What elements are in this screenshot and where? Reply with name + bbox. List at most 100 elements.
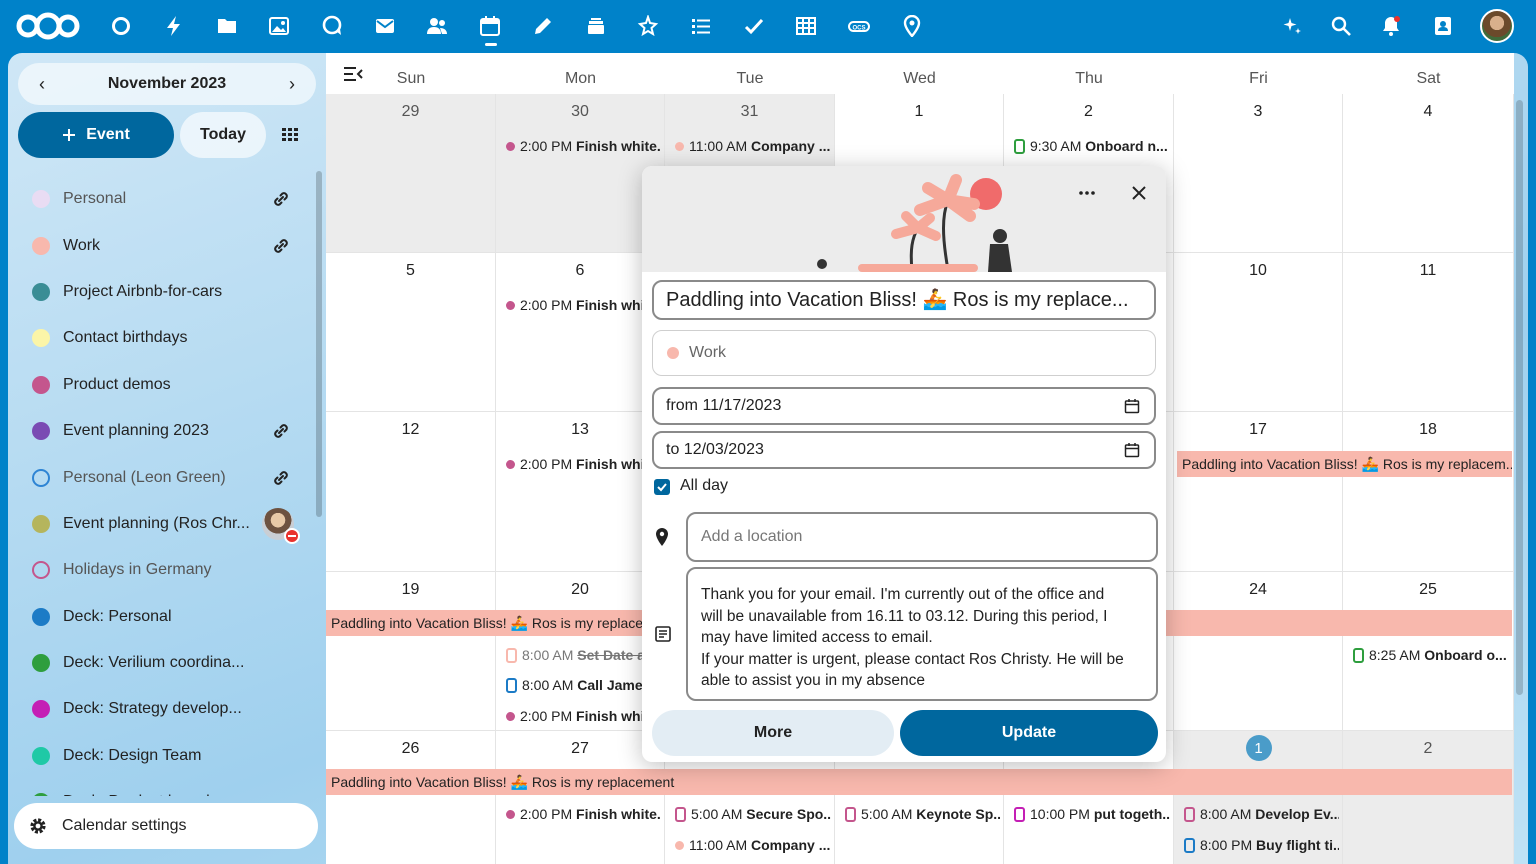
calendar-event[interactable]: 2:00 PM Finish white... (506, 804, 661, 824)
calendar-scrollbar[interactable] (1516, 100, 1523, 695)
talk-app-icon[interactable] (315, 9, 349, 43)
calendar-color-dot[interactable] (32, 422, 50, 441)
update-button[interactable]: Update (900, 710, 1158, 756)
today-date-badge[interactable]: 1 (1245, 735, 1272, 761)
calendar-item[interactable]: Event planning 2023 (18, 408, 308, 454)
calendar-item[interactable]: Deck: Personal (18, 594, 308, 640)
view-grid-icon[interactable] (278, 123, 302, 147)
day-number[interactable]: 19 (326, 581, 495, 599)
day-number[interactable]: 27 (496, 740, 664, 758)
calendar-item[interactable]: Product demos (18, 362, 308, 408)
calendar-color-dot[interactable] (32, 561, 50, 580)
day-number[interactable]: 2 (1343, 740, 1513, 758)
notes-app-icon[interactable] (526, 9, 560, 43)
day-cell[interactable]: 26 (326, 731, 496, 864)
tasks-app-icon[interactable] (684, 9, 718, 43)
calendar-event[interactable]: 8:00 PM Buy flight ti... (1184, 835, 1339, 855)
share-link-icon[interactable] (270, 188, 292, 210)
day-cell[interactable]: 24 (1174, 572, 1343, 731)
day-cell[interactable]: 17 (1174, 412, 1343, 572)
to-date-input[interactable]: to 12/03/2023 (652, 431, 1156, 469)
calendar-event[interactable]: 11:00 AM Company ... (675, 835, 831, 855)
calendar-color-dot[interactable] (32, 190, 50, 209)
calendar-item[interactable]: Deck: Strategy develop... (18, 686, 308, 732)
day-number[interactable]: 10 (1174, 262, 1342, 280)
day-number[interactable]: 3 (1174, 103, 1342, 121)
calendar-item[interactable]: Project Airbnb-for-cars (18, 269, 308, 315)
day-cell[interactable]: 19 (326, 572, 496, 731)
search-icon[interactable] (1324, 9, 1358, 43)
calendar-settings-button[interactable]: Calendar settings (14, 803, 318, 849)
new-event-button[interactable]: Event (18, 112, 174, 158)
calendar-event[interactable]: 8:00 AM Set Date a (506, 645, 661, 665)
day-cell[interactable]: 3 (1174, 94, 1343, 253)
tables-app-icon[interactable] (789, 9, 823, 43)
day-number[interactable]: 5 (326, 262, 495, 280)
nextcloud-logo[interactable] (14, 10, 82, 42)
contacts-menu-icon[interactable] (1426, 9, 1460, 43)
calendar-color-dot[interactable] (32, 607, 50, 626)
day-number[interactable]: 11 (1343, 262, 1513, 280)
task-checkbox[interactable] (1353, 648, 1364, 663)
calendar-color-dot[interactable] (32, 746, 50, 765)
task-checkbox[interactable] (506, 648, 517, 663)
calendar-icon[interactable] (1124, 398, 1140, 414)
day-number[interactable]: 30 (496, 103, 664, 121)
day-cell[interactable]: 12 (326, 412, 496, 572)
day-cell[interactable]: 2 (1343, 731, 1514, 864)
calendar-item[interactable]: Deck: Design Team (18, 733, 308, 779)
day-cell[interactable]: 4 (1343, 94, 1514, 253)
day-number[interactable]: 26 (326, 740, 495, 758)
more-actions-icon[interactable] (1076, 182, 1098, 204)
calendar-item[interactable]: Deck: Verilium coordina... (18, 640, 308, 686)
calendar-event[interactable]: 2:00 PM Finish whit (506, 706, 661, 726)
all-day-label[interactable]: All day (680, 477, 728, 495)
calendar-item[interactable]: Contact birthdays (18, 315, 308, 361)
calendar-event[interactable]: 2:00 PM Finish white... (506, 136, 661, 156)
files-app-icon[interactable] (210, 9, 244, 43)
day-cell[interactable]: 30 (496, 94, 665, 253)
calendar-color-dot[interactable] (32, 468, 50, 487)
calendar-color-dot[interactable] (32, 793, 50, 796)
calendar-item[interactable]: Holidays in Germany (18, 547, 308, 593)
close-icon[interactable] (1128, 182, 1150, 204)
day-cell[interactable]: 10 (1174, 253, 1343, 412)
calendar-event[interactable]: 10:00 PM put togeth... (1014, 804, 1170, 824)
contacts-app-icon[interactable] (420, 9, 454, 43)
task-checkbox[interactable] (675, 807, 686, 822)
day-number[interactable]: 13 (496, 421, 664, 439)
day-cell[interactable]: 11 (1343, 253, 1514, 412)
task-checkbox[interactable] (1014, 807, 1025, 822)
day-cell[interactable]: 6 (496, 253, 665, 412)
task-checkbox[interactable] (1184, 838, 1195, 853)
notifications-bell-icon[interactable] (1374, 9, 1408, 43)
calendar-item[interactable]: Work (18, 222, 308, 268)
photos-app-icon[interactable] (262, 9, 296, 43)
calendar-event[interactable]: 8:00 AM Call Jame (506, 675, 661, 695)
day-number[interactable]: 25 (1343, 581, 1513, 599)
task-checkbox[interactable] (1184, 807, 1195, 822)
calendar-app-icon[interactable] (473, 9, 507, 46)
office-app-icon[interactable]: OCS (842, 9, 876, 43)
day-number[interactable]: 4 (1343, 103, 1513, 121)
share-link-icon[interactable] (270, 467, 292, 489)
calendar-item[interactable]: Deck: Product launch (18, 779, 308, 796)
calendar-color-dot[interactable] (32, 282, 50, 301)
vacation-event-bar[interactable]: Paddling into Vacation Bliss! 🚣 Ros is m… (1177, 451, 1512, 477)
dashboard-app-icon[interactable] (104, 9, 138, 43)
day-number[interactable]: 1 (835, 103, 1003, 121)
calendar-event[interactable]: 5:00 AM Secure Spo... (675, 804, 831, 824)
day-number[interactable]: 31 (665, 103, 834, 121)
collapse-sidebar-icon[interactable] (342, 63, 364, 85)
assistant-sparkle-icon[interactable] (1275, 9, 1309, 43)
day-cell[interactable]: 5 (326, 253, 496, 412)
sidebar-scrollbar[interactable] (316, 171, 322, 517)
calendar-color-dot[interactable] (32, 236, 50, 255)
day-number[interactable]: 2 (1004, 103, 1173, 121)
calendar-color-dot[interactable] (32, 329, 50, 348)
calendar-color-dot[interactable] (32, 700, 50, 719)
activity-app-icon[interactable] (157, 9, 191, 43)
mail-app-icon[interactable] (368, 9, 402, 43)
calendar-event[interactable]: 2:00 PM Finish whit (506, 295, 661, 315)
calendar-event[interactable]: 8:25 AM Onboard o... (1353, 645, 1510, 665)
